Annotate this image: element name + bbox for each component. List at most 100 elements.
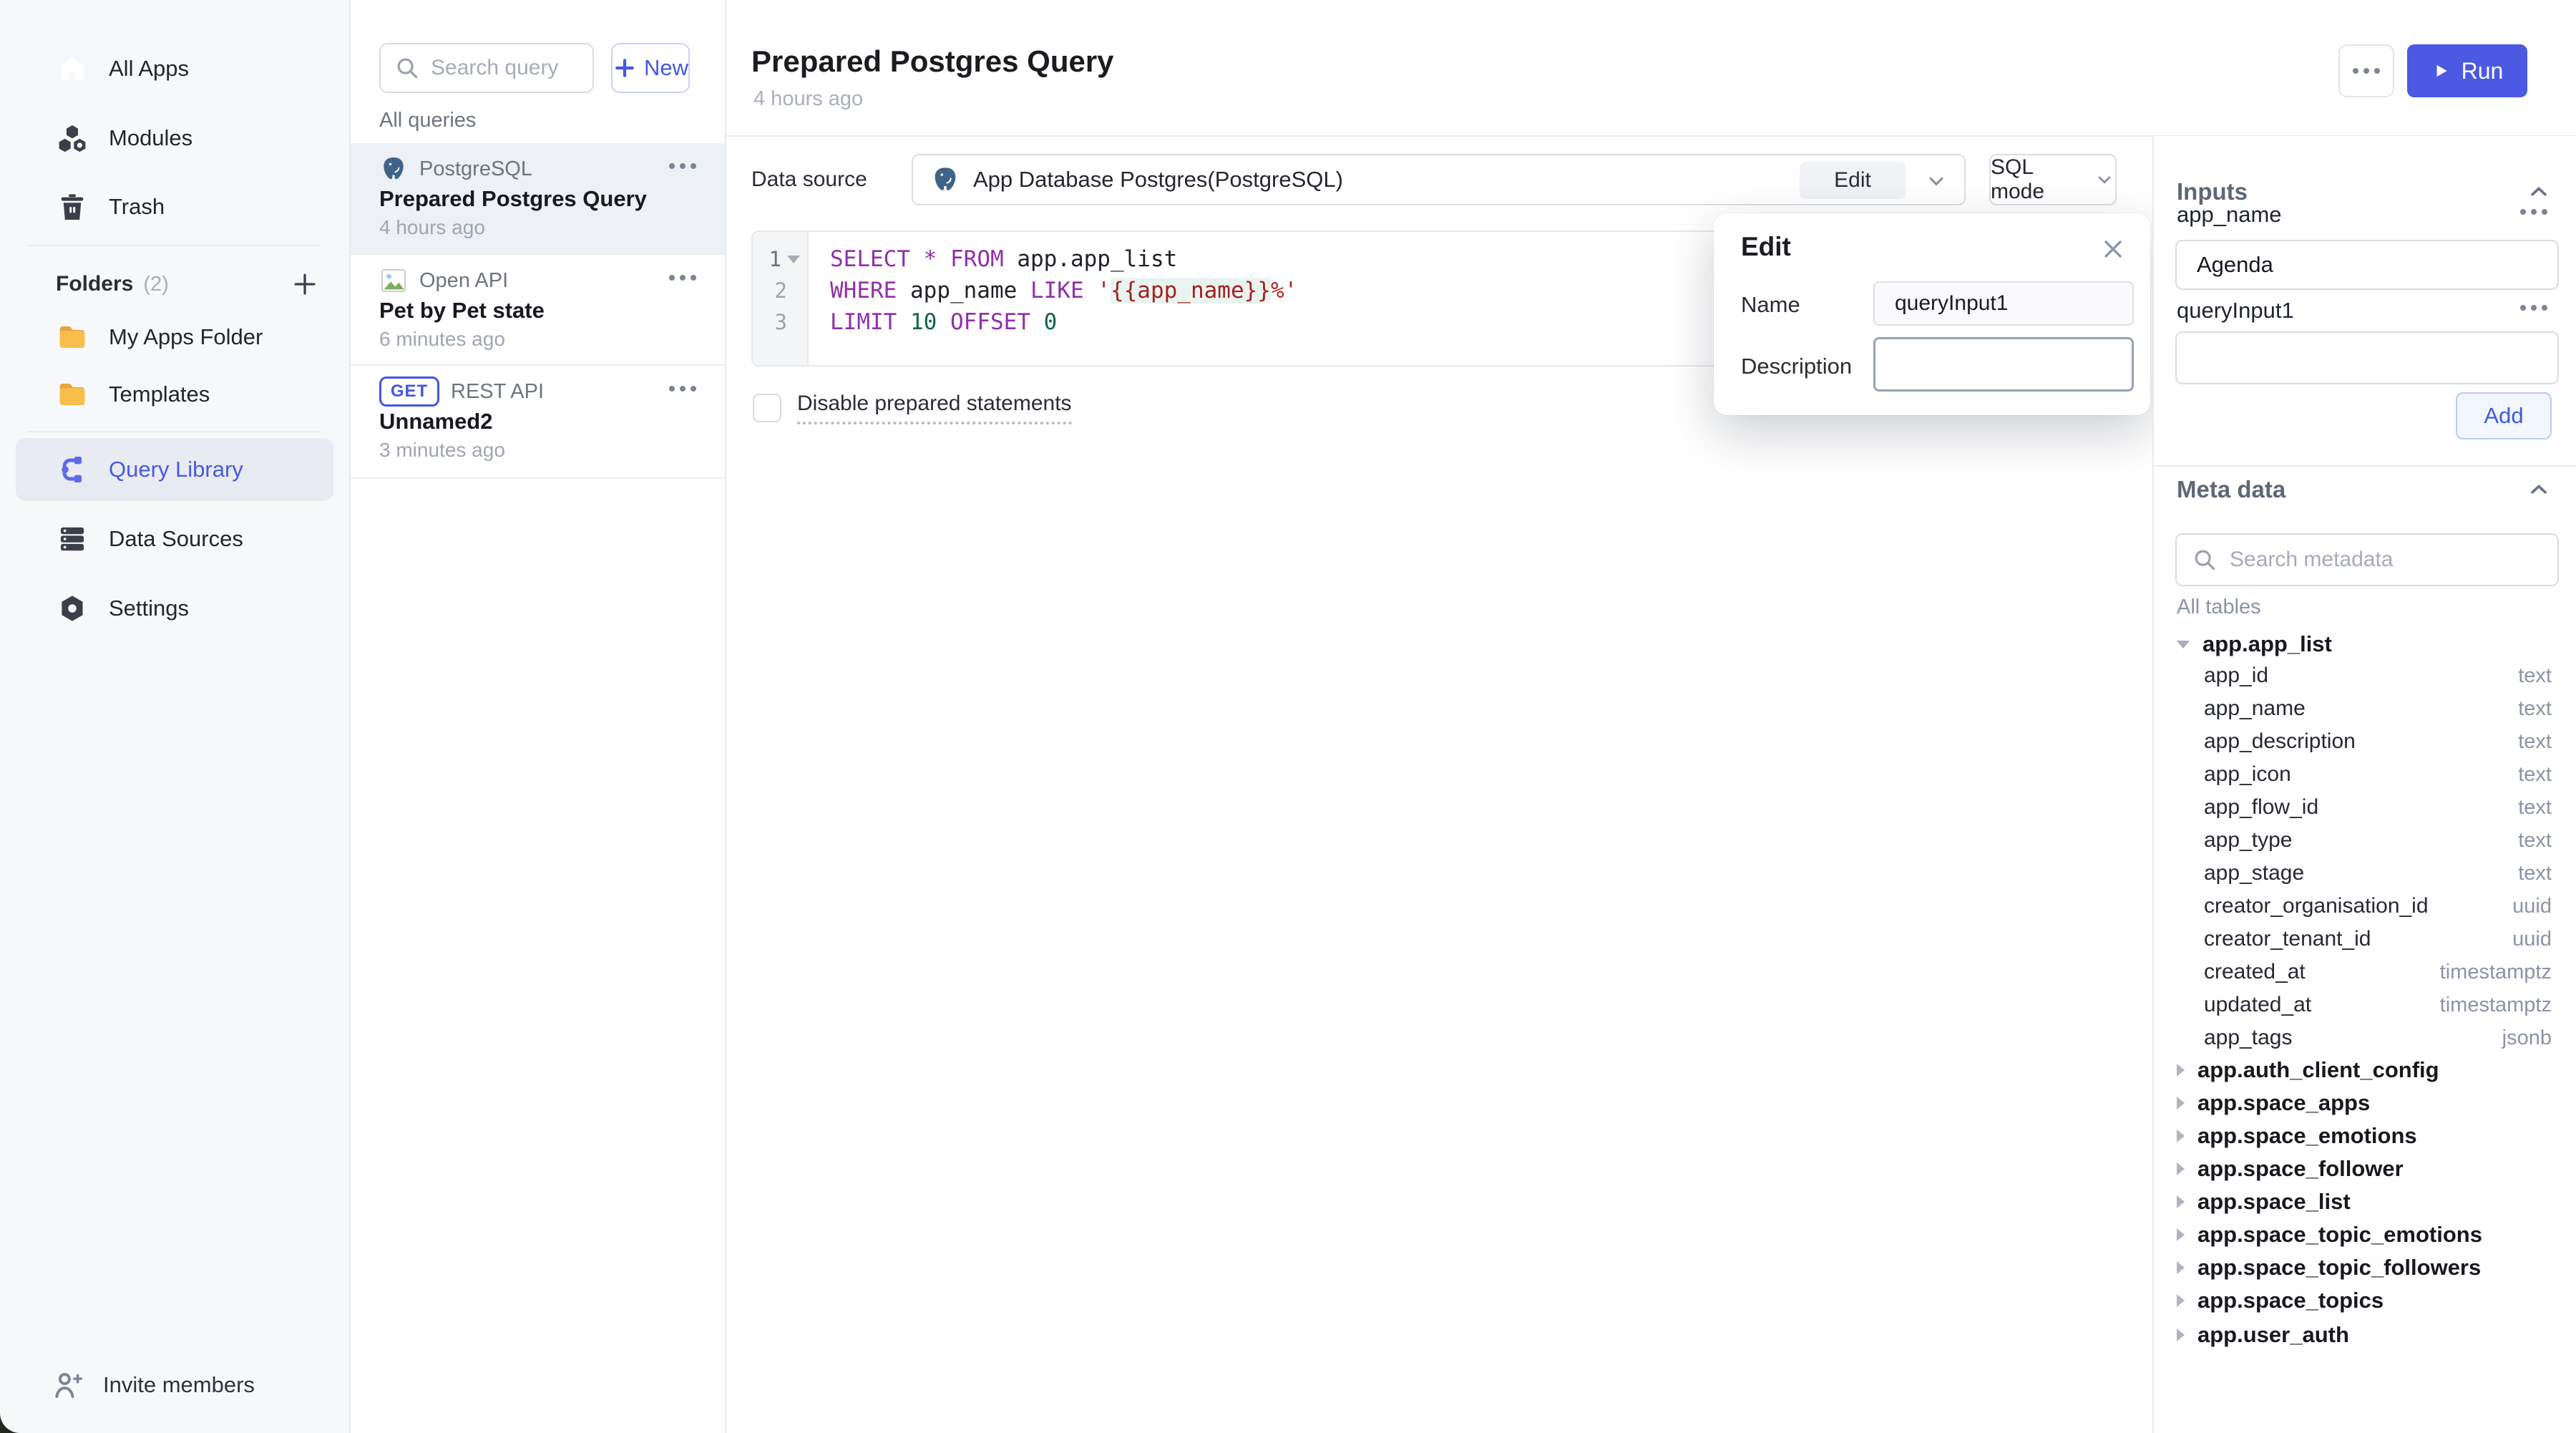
chevron-up-icon[interactable] xyxy=(2526,477,2552,502)
folders-count: (2) xyxy=(143,273,168,296)
query-more-icon[interactable] xyxy=(669,163,696,169)
table-row[interactable]: app.space_topic_emotions xyxy=(2177,1222,2552,1248)
query-more-icon[interactable] xyxy=(669,386,696,392)
more-options-button[interactable] xyxy=(2338,44,2394,97)
input-more-icon[interactable] xyxy=(2520,209,2547,215)
column-row: app_idtext xyxy=(2204,663,2552,689)
add-input-button[interactable]: Add xyxy=(2456,392,2552,439)
play-icon xyxy=(2431,62,2450,80)
collapse-caret-icon xyxy=(2177,1162,2185,1175)
table-row[interactable]: app.auth_client_config xyxy=(2177,1057,2552,1083)
collapse-caret-icon xyxy=(2177,1228,2185,1241)
datasource-select[interactable]: App Database Postgres(PostgreSQL) Edit xyxy=(912,154,1966,205)
query-type-label: Open API xyxy=(419,269,508,293)
sidebar-item-my-apps-folder[interactable]: My Apps Folder xyxy=(0,314,349,360)
query-timestamp: 3 minutes ago xyxy=(379,439,505,462)
table-row[interactable]: app.space_list xyxy=(2177,1189,2552,1215)
sidebar-item-label: Templates xyxy=(109,382,210,407)
chevron-down-icon[interactable] xyxy=(1924,169,1948,193)
sidebar-item-all-apps[interactable]: All Apps xyxy=(0,46,349,92)
modules-icon xyxy=(56,122,89,155)
collapse-caret-icon xyxy=(2177,1097,2185,1109)
query-editor-main: Prepared Postgres Query 4 hours ago Run … xyxy=(726,0,2152,1433)
query-list-item[interactable]: PostgreSQL Prepared Postgres Query 4 hou… xyxy=(351,143,725,255)
query-search-input[interactable] xyxy=(431,56,580,80)
table-row[interactable]: app.space_topic_followers xyxy=(2177,1255,2552,1281)
metadata-search-input[interactable] xyxy=(2230,548,2543,572)
datasource-label: Data source xyxy=(751,167,867,192)
sidebar-divider xyxy=(27,431,321,432)
column-row: updated_attimestamptz xyxy=(2204,992,2552,1018)
invite-user-icon xyxy=(52,1369,84,1402)
table-row[interactable]: app.user_auth xyxy=(2177,1322,2552,1348)
metadata-search-box xyxy=(2175,533,2559,586)
inputs-metadata-panel: Inputs app_name queryInput1 Add Meta dat… xyxy=(2152,136,2576,1433)
query-list-item[interactable]: GET REST API Unnamed2 3 minutes ago xyxy=(351,366,725,479)
datasource-value: App Database Postgres(PostgreSQL) xyxy=(973,167,1343,193)
sidebar-item-modules[interactable]: Modules xyxy=(0,115,349,161)
folders-header: Folders (2) xyxy=(56,264,321,304)
query-search-box xyxy=(379,43,594,93)
input-value-field[interactable] xyxy=(2175,331,2559,384)
metadata-section-header[interactable]: Meta data xyxy=(2177,474,2552,505)
all-tables-label: All tables xyxy=(2177,596,2261,619)
input-more-icon[interactable] xyxy=(2520,305,2547,311)
editor-gutter: 1 2 3 xyxy=(753,232,809,365)
input-value-field[interactable] xyxy=(2175,240,2559,290)
line-number: 3 xyxy=(775,306,787,338)
invite-members-button[interactable]: Invite members xyxy=(52,1369,255,1402)
query-more-icon[interactable] xyxy=(669,275,696,281)
new-query-button[interactable]: New xyxy=(611,43,690,93)
query-list-item[interactable]: Open API Pet by Pet state 6 minutes ago xyxy=(351,255,725,366)
table-row[interactable]: app.space_topics xyxy=(2177,1288,2552,1313)
query-timestamp: 4 hours ago xyxy=(379,216,485,239)
sidebar-divider xyxy=(27,245,321,246)
plus-icon xyxy=(613,56,637,80)
add-folder-icon[interactable] xyxy=(289,268,321,300)
sidebar-item-label: Trash xyxy=(109,194,165,220)
chevron-up-icon[interactable] xyxy=(2526,179,2552,205)
table-row[interactable]: app.space_follower xyxy=(2177,1156,2552,1182)
folder-icon xyxy=(56,378,89,411)
sidebar-item-trash[interactable]: Trash xyxy=(0,184,349,230)
query-title: Unnamed2 xyxy=(379,409,492,434)
edit-input-popup: Edit Name Description xyxy=(1714,213,2150,415)
query-timestamp: 6 minutes ago xyxy=(379,328,505,351)
column-row: app_nametext xyxy=(2204,696,2552,722)
page-title: Prepared Postgres Query xyxy=(751,44,1114,79)
code-line: SELECT * FROM app.app_list xyxy=(830,243,1177,275)
table-row[interactable]: app.space_emotions xyxy=(2177,1123,2552,1149)
sidebar-item-query-library[interactable]: Query Library xyxy=(0,447,349,492)
sidebar-item-data-sources[interactable]: Data Sources xyxy=(0,516,349,562)
sql-mode-select[interactable]: SQL mode xyxy=(1989,154,2117,205)
column-row: app_tagsjsonb xyxy=(2204,1025,2552,1051)
more-icon xyxy=(2353,68,2380,74)
description-field[interactable] xyxy=(1873,337,2134,392)
name-field[interactable] xyxy=(1873,281,2134,326)
disable-prepared-statements-row: Disable prepared statements xyxy=(753,392,1072,424)
close-icon[interactable] xyxy=(2099,235,2127,263)
invite-members-label: Invite members xyxy=(103,1372,255,1398)
trash-icon xyxy=(56,190,89,223)
all-queries-label: All queries xyxy=(379,109,476,132)
disable-prepared-statements-checkbox[interactable] xyxy=(753,394,781,422)
column-row: app_stagetext xyxy=(2204,860,2552,886)
table-row[interactable]: app.space_apps xyxy=(2177,1090,2552,1116)
run-query-button[interactable]: Run xyxy=(2407,44,2527,97)
table-row-expanded[interactable]: app.app_list xyxy=(2177,631,2552,657)
datasource-edit-button[interactable]: Edit xyxy=(1800,162,1906,199)
sidebar-item-label: My Apps Folder xyxy=(109,324,263,350)
query-library-icon xyxy=(56,453,89,486)
collapse-caret-icon xyxy=(2177,1064,2185,1077)
fold-caret-icon[interactable] xyxy=(787,256,800,263)
run-label: Run xyxy=(2462,58,2504,84)
column-row: creator_organisation_iduuid xyxy=(2204,893,2552,919)
chevron-down-icon xyxy=(2094,169,2115,190)
disable-prepared-statements-label: Disable prepared statements xyxy=(797,392,1072,424)
sidebar-item-settings[interactable]: Settings xyxy=(0,586,349,631)
sidebar-item-templates[interactable]: Templates xyxy=(0,371,349,417)
column-row: creator_tenant_iduuid xyxy=(2204,926,2552,952)
data-sources-icon xyxy=(56,523,89,555)
name-label: Name xyxy=(1741,292,1800,318)
sql-mode-label: SQL mode xyxy=(1991,155,2087,204)
